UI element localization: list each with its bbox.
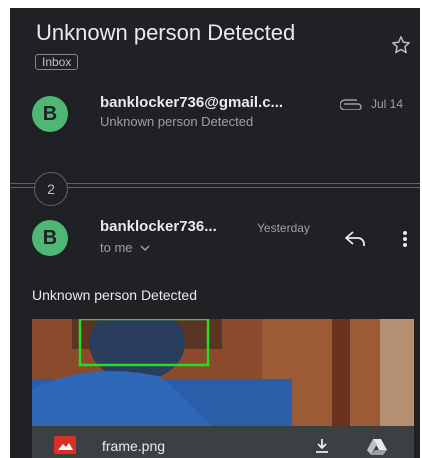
sender-name: banklocker736... bbox=[100, 218, 217, 235]
collapsed-messages-count[interactable]: 2 bbox=[34, 172, 68, 206]
inbox-label-chip[interactable]: Inbox bbox=[35, 54, 79, 70]
chevron-down-icon bbox=[140, 245, 150, 252]
message-date: Yesterday bbox=[257, 221, 310, 235]
sender-name: banklocker736@gmail.c... bbox=[100, 94, 284, 111]
attachment-filename: frame.png bbox=[102, 438, 166, 454]
message-snippet: Unknown person Detected bbox=[100, 114, 254, 129]
download-icon[interactable] bbox=[314, 438, 330, 454]
recipient-details-toggle[interactable]: to me bbox=[100, 240, 150, 255]
message-date: Jul 14 bbox=[371, 97, 404, 111]
sender-avatar[interactable]: B bbox=[32, 96, 68, 132]
recipient-text: to me bbox=[100, 240, 133, 255]
email-subject: Unknown person Detected bbox=[36, 20, 296, 45]
attachment-bar[interactable]: frame.png bbox=[32, 426, 414, 458]
star-icon[interactable] bbox=[390, 34, 412, 56]
attachment-image-preview[interactable] bbox=[32, 319, 414, 426]
collapsed-divider bbox=[10, 187, 420, 188]
drive-icon[interactable] bbox=[366, 438, 388, 456]
camera-frame-image bbox=[32, 319, 414, 426]
image-file-icon bbox=[54, 436, 76, 454]
more-options-icon[interactable] bbox=[402, 230, 408, 248]
reply-icon[interactable] bbox=[344, 230, 366, 248]
sender-avatar[interactable]: B bbox=[32, 220, 68, 256]
attachment-clip-icon bbox=[340, 99, 362, 110]
email-thread-screen: Unknown person Detected Inbox B banklock… bbox=[10, 8, 420, 458]
collapsed-divider bbox=[10, 183, 420, 184]
message-body: Unknown person Detected bbox=[32, 287, 197, 303]
